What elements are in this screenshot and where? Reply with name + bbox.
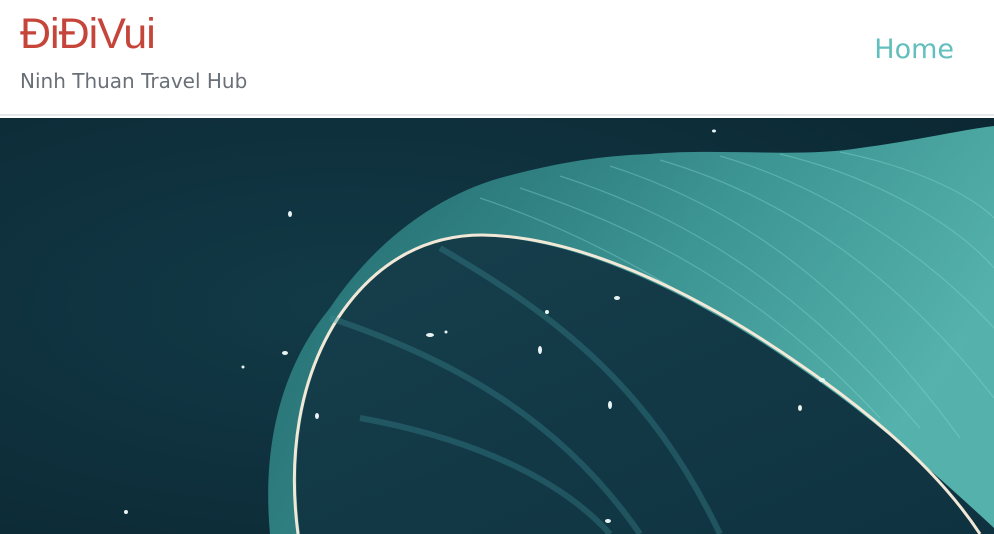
nav-home-link[interactable]: Home: [874, 34, 954, 65]
brand: ĐiĐiVui Ninh Thuan Travel Hub: [20, 10, 247, 94]
site-header: ĐiĐiVui Ninh Thuan Travel Hub Home: [0, 0, 994, 116]
aerial-sea-image: [0, 118, 994, 534]
main-nav: Home: [874, 32, 954, 68]
hero-image: [0, 118, 994, 534]
site-tagline: Ninh Thuan Travel Hub: [20, 69, 248, 93]
page: ĐiĐiVui Ninh Thuan Travel Hub Home: [0, 0, 994, 534]
site-logo[interactable]: ĐiĐiVui: [20, 10, 247, 58]
